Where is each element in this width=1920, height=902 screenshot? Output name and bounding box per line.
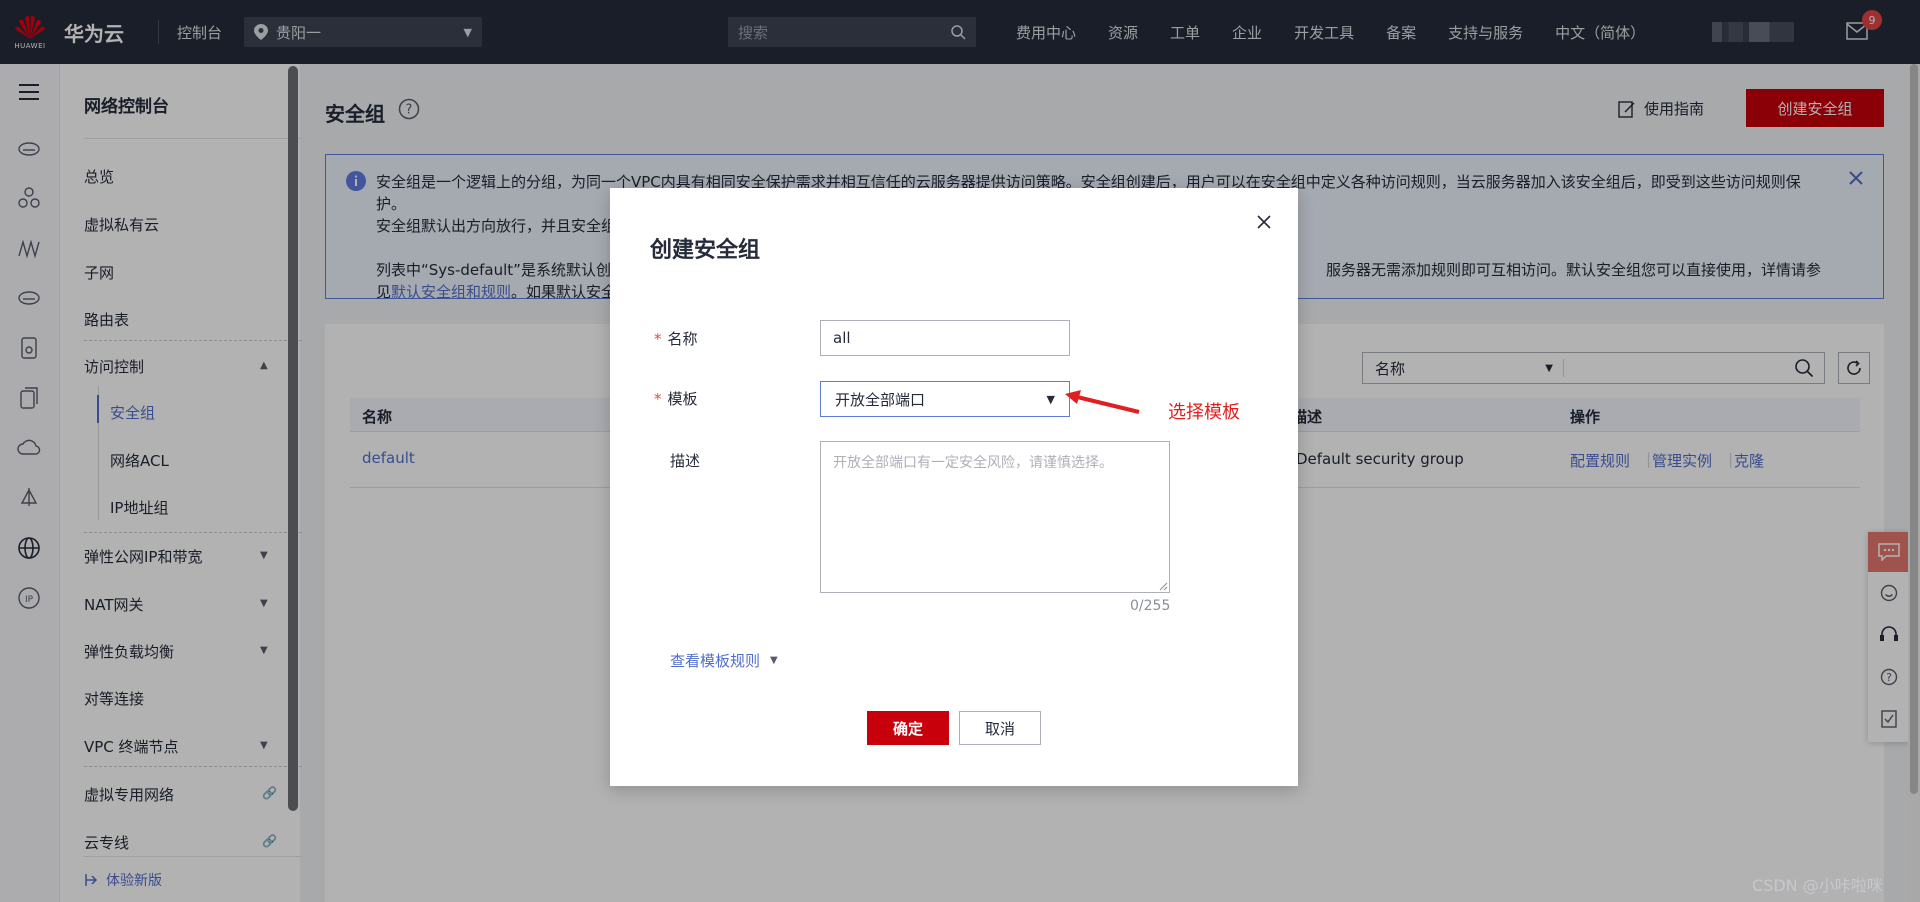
view-template-rules-label: 查看模板规则 — [670, 652, 761, 670]
caret-down-icon: ▼ — [770, 655, 778, 666]
watermark: CSDN @小咔啦咪 — [1752, 876, 1883, 895]
create-security-group-dialog: 创建安全组 *名称 *模板 开放全部端口 ▼ 描述 0/255 查看模板规则 ▼… — [610, 188, 1298, 786]
dialog-title: 创建安全组 — [650, 238, 761, 263]
caret-down-icon: ▼ — [1046, 392, 1055, 406]
resize-handle-icon[interactable] — [1158, 581, 1168, 591]
close-icon[interactable] — [1256, 214, 1272, 230]
view-template-rules-toggle[interactable]: 查看模板规则 ▼ — [670, 650, 778, 671]
template-select[interactable]: 开放全部端口 ▼ — [820, 381, 1070, 417]
confirm-button[interactable]: 确定 — [867, 711, 949, 745]
required-mark: * — [654, 330, 662, 348]
name-input[interactable] — [820, 320, 1070, 356]
cancel-button[interactable]: 取消 — [959, 711, 1041, 745]
description-label: 描述 — [670, 452, 701, 470]
annotation-label: 选择模板 — [1168, 402, 1240, 423]
template-label: * 模板 — [654, 390, 698, 408]
annotation-arrow — [1065, 390, 1140, 414]
template-value: 开放全部端口 — [835, 390, 926, 409]
description-textarea[interactable] — [820, 441, 1170, 593]
name-label: * 名称 — [654, 330, 698, 348]
description-char-count: 0/255 — [1130, 598, 1171, 614]
required-mark: * — [654, 390, 662, 408]
